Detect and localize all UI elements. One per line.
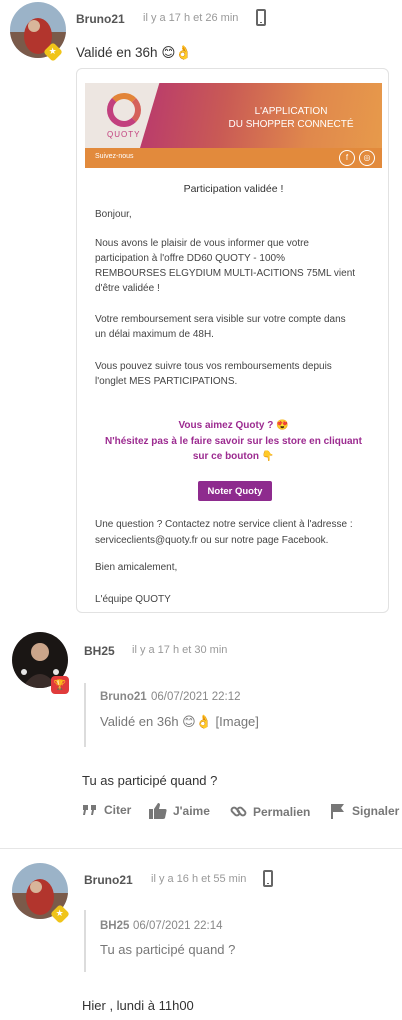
- email-line: participation à l'offre DD60 QUOTY - 100…: [95, 253, 285, 264]
- email-signature: L'équipe QUOTY: [95, 594, 171, 605]
- banner-tagline: L'APPLICATION DU SHOPPER CONNECTÉ: [228, 106, 354, 130]
- link-icon: [230, 806, 247, 817]
- divider: [0, 848, 402, 849]
- image-link[interactable]: [Image]: [216, 714, 259, 729]
- email-line: un délai maximum de 48H.: [95, 329, 214, 340]
- email-line: Votre remboursement sera visible sur vot…: [95, 314, 346, 325]
- post-text: Hier , lundi à 11h00: [82, 998, 194, 1013]
- mobile-phone-icon: [256, 9, 266, 26]
- report-button[interactable]: Signaler: [330, 803, 399, 819]
- timestamp: il y a 16 h et 55 min: [151, 873, 247, 885]
- email-line: REMBOURSES ELGYDIUM MULTI-ACITIONS 75ML …: [95, 268, 356, 279]
- noter-quoty-button[interactable]: Noter Quoty: [198, 481, 272, 501]
- star-icon: ★: [48, 46, 58, 57]
- post-text: Tu as participé quand ?: [82, 773, 218, 788]
- emoji: 😊👌: [161, 45, 193, 61]
- quote-author[interactable]: Bruno21: [100, 691, 147, 703]
- trophy-icon: 🏆: [53, 679, 67, 691]
- email-image[interactable]: QUOTY L'APPLICATION DU SHOPPER CONNECTÉ …: [76, 68, 389, 613]
- email-line: d'être validée !: [95, 283, 160, 294]
- timestamp: il y a 17 h et 26 min: [143, 12, 239, 24]
- flag-icon: [331, 804, 344, 819]
- promo-text: sur ce bouton 👇: [192, 451, 275, 462]
- quote-date: 06/07/2021 22:12: [151, 691, 241, 703]
- instagram-icon: ◎: [359, 150, 375, 166]
- post-text: Validé en 36h 😊👌: [76, 45, 193, 61]
- permalink-button[interactable]: Permalien: [230, 803, 310, 820]
- like-button[interactable]: J'aime: [149, 803, 210, 819]
- email-contact: serviceclients@quoty.fr ou sur notre pag…: [95, 535, 329, 546]
- quote-icon: [83, 805, 96, 815]
- promo-text: N'hésitez pas à le faire savoir sur les …: [105, 436, 362, 447]
- brand-name: QUOTY: [107, 130, 141, 139]
- quote-bar: [84, 683, 86, 747]
- quoty-banner: QUOTY L'APPLICATION DU SHOPPER CONNECTÉ …: [85, 83, 382, 168]
- timestamp: il y a 17 h et 30 min: [132, 644, 228, 656]
- mobile-phone-icon: [263, 870, 273, 887]
- username[interactable]: Bruno21: [84, 873, 133, 887]
- emoji: 😊👌: [182, 715, 212, 730]
- quote-date: 06/07/2021 22:14: [133, 920, 223, 932]
- cite-button[interactable]: Citer: [82, 803, 131, 817]
- email-closing: Bien amicalement,: [95, 562, 178, 573]
- rank-badge: 🏆: [51, 676, 69, 694]
- promo-title: Vous aimez Quoty ? 😍: [178, 420, 289, 431]
- email-line: Vous pouvez suivre tous vos remboursemen…: [95, 361, 332, 372]
- email-line: l'onglet MES PARTICIPATIONS.: [95, 376, 238, 387]
- quote-bar: [84, 910, 86, 972]
- facebook-icon: f: [339, 150, 355, 166]
- username[interactable]: Bruno21: [76, 12, 125, 26]
- follow-label: Suivez-nous: [95, 153, 134, 160]
- email-subject: Participation validée !: [183, 183, 284, 195]
- email-contact: Une question ? Contactez notre service c…: [95, 519, 353, 530]
- email-line: Bonjour,: [95, 209, 132, 220]
- star-icon: ★: [55, 908, 65, 919]
- email-line: Nous avons le plaisir de vous informer q…: [95, 238, 309, 249]
- thumbs-up-icon: [149, 803, 167, 819]
- username[interactable]: BH25: [84, 644, 115, 658]
- quote-author[interactable]: BH25: [100, 920, 129, 932]
- quote-text: Tu as participé quand ?: [100, 942, 236, 957]
- quoty-logo-icon: [107, 93, 141, 127]
- quote-text: Validé en 36h 😊👌 [Image]: [100, 714, 259, 730]
